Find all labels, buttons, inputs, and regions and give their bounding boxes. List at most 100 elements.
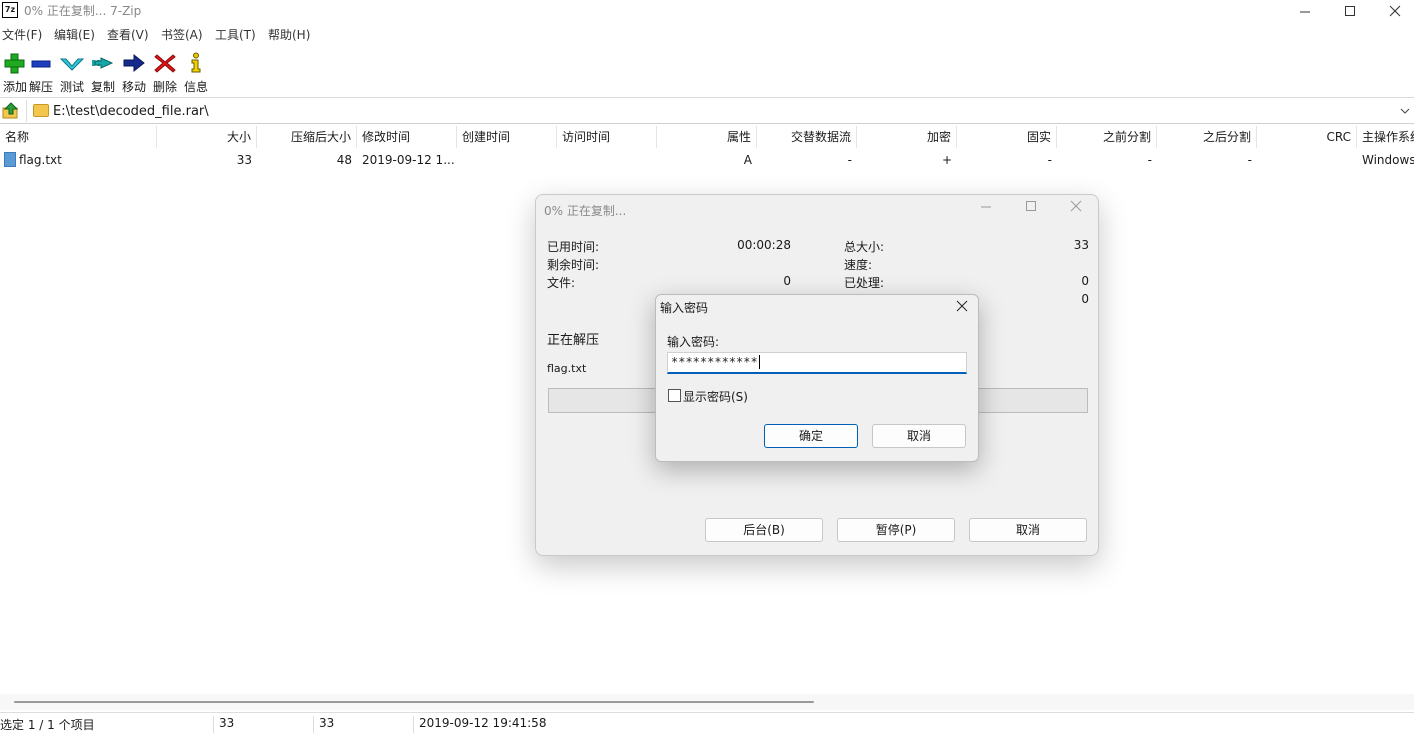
column-alt-streams[interactable]: 交替数据流	[757, 126, 857, 148]
test-label: 测试	[59, 80, 84, 94]
info-label: 信息	[183, 80, 208, 94]
progress-close-button[interactable]	[1056, 199, 1096, 219]
chevron-down-icon[interactable]	[1400, 103, 1410, 119]
path-text: E:\test\decoded_file.rar\	[53, 104, 209, 119]
horizontal-scrollbar[interactable]	[0, 694, 1414, 710]
file-name: flag.txt	[19, 153, 62, 167]
archive-folder-icon	[33, 104, 49, 117]
status-bar: 选定 1 / 1 个项目 33 33 2019-09-12 19:41:58	[0, 712, 1414, 733]
minimize-icon	[981, 206, 991, 208]
password-cancel-button[interactable]: 取消	[872, 424, 966, 448]
folder-up-icon[interactable]	[2, 102, 20, 120]
delete-label: 删除	[152, 80, 177, 94]
copy-arrow-icon	[92, 57, 114, 69]
text-cursor	[758, 355, 760, 369]
column-split-after[interactable]: 之后分割	[1157, 126, 1257, 148]
file-crc	[1257, 150, 1357, 170]
action-label: 正在解压	[547, 333, 600, 348]
menu-tools[interactable]: 工具(T)	[215, 26, 256, 43]
remaining-label: 剩余时间:	[547, 258, 600, 272]
files-value: 0	[783, 274, 791, 288]
file-encrypted: +	[941, 153, 952, 167]
file-solid: -	[1047, 153, 1052, 167]
progress-maximize-button[interactable]	[1011, 199, 1051, 219]
elapsed-value: 00:00:28	[737, 238, 791, 252]
app-icon: 7z	[2, 2, 18, 18]
password-dialog-close-button[interactable]	[950, 296, 974, 318]
copy-label: 复制	[90, 80, 115, 94]
move-button[interactable]: 移动	[119, 48, 149, 96]
ok-button[interactable]: 确定	[764, 424, 858, 448]
processed-value: 0	[1081, 274, 1089, 288]
column-host-os[interactable]: 主操作系统	[1357, 126, 1414, 148]
total-size-value: 33	[1073, 238, 1089, 252]
column-name[interactable]: 名称	[0, 126, 157, 148]
menu-help[interactable]: 帮助(H)	[268, 26, 310, 43]
progress-cancel-button[interactable]: 取消	[969, 518, 1087, 542]
menu-file[interactable]: 文件(F)	[2, 26, 42, 43]
status-selected: 选定 1 / 1 个项目	[0, 716, 214, 733]
title-bar: 7z 0% 正在复制... 7-Zip	[0, 0, 1414, 22]
close-button[interactable]	[1372, 0, 1414, 22]
column-headers: 名称 大小 压缩后大小 修改时间 创建时间 访问时间 属性 交替数据流 加密 固…	[0, 126, 1414, 148]
column-packed-size[interactable]: 压缩后大小	[257, 126, 357, 148]
column-crc[interactable]: CRC	[1257, 126, 1357, 148]
show-password-label[interactable]: 显示密码(S)	[683, 388, 748, 405]
maximize-icon	[1345, 6, 1355, 16]
password-dialog: 输入密码 输入密码: ************ 显示密码(S) 确定 取消	[655, 294, 979, 462]
toolbar: 添加 解压 测试 复制 移动 删除 信息	[0, 44, 1414, 98]
window-title: 0% 正在复制... 7-Zip	[24, 4, 142, 18]
column-solid[interactable]: 固实	[957, 126, 1057, 148]
minimize-button[interactable]	[1282, 0, 1328, 22]
test-button[interactable]: 测试	[57, 48, 87, 96]
column-modified[interactable]: 修改时间	[357, 126, 457, 148]
column-encrypted[interactable]: 加密	[857, 126, 957, 148]
menu-bar: 文件(F) 编辑(E) 查看(V) 书签(A) 工具(T) 帮助(H)	[0, 22, 1414, 44]
delete-button[interactable]: 删除	[150, 48, 180, 96]
elapsed-label: 已用时间:	[547, 240, 600, 254]
menu-edit[interactable]: 编辑(E)	[54, 26, 95, 43]
current-file: flag.txt	[547, 362, 587, 375]
password-input[interactable]: ************	[667, 352, 967, 374]
password-label: 输入密码:	[667, 335, 720, 349]
delete-x-icon	[154, 54, 176, 73]
show-password-checkbox[interactable]	[668, 389, 681, 402]
password-dialog-title: 输入密码	[660, 301, 709, 315]
column-size[interactable]: 大小	[157, 126, 257, 148]
column-split-before[interactable]: 之前分割	[1057, 126, 1157, 148]
speed-label: 速度:	[844, 258, 873, 272]
password-value: ************	[671, 355, 758, 369]
status-size: 33	[214, 716, 314, 733]
column-created[interactable]: 创建时间	[457, 126, 557, 148]
menu-bookmarks[interactable]: 书签(A)	[161, 26, 203, 43]
copy-button[interactable]: 复制	[88, 48, 118, 96]
file-attributes: A	[743, 153, 752, 167]
processed-label: 已处理:	[844, 276, 885, 290]
scrollbar-thumb[interactable]	[14, 701, 814, 703]
column-attributes[interactable]: 属性	[657, 126, 757, 148]
move-label: 移动	[121, 80, 146, 94]
close-icon	[1389, 5, 1401, 17]
column-accessed[interactable]: 访问时间	[557, 126, 657, 148]
extract-button[interactable]: 解压	[26, 48, 56, 96]
menu-view[interactable]: 查看(V)	[107, 26, 149, 43]
files-label: 文件:	[547, 276, 576, 290]
background-button[interactable]: 后台(B)	[705, 518, 823, 542]
file-modified: 2019-09-12 1...	[362, 153, 455, 167]
progress-minimize-button[interactable]	[966, 199, 1006, 219]
compressed-value: 0	[1081, 292, 1089, 306]
minimize-icon	[1300, 11, 1310, 13]
file-host-os: Windows	[1362, 153, 1414, 167]
path-field[interactable]: E:\test\decoded_file.rar\	[26, 100, 1414, 122]
file-size: 33	[236, 153, 252, 167]
minus-icon	[31, 60, 51, 68]
maximize-button[interactable]	[1327, 0, 1373, 22]
file-created	[457, 150, 557, 170]
pause-button[interactable]: 暂停(P)	[837, 518, 955, 542]
info-button[interactable]: 信息	[181, 48, 211, 96]
status-date: 2019-09-12 19:41:58	[419, 716, 547, 730]
plus-icon	[4, 53, 25, 74]
extract-label: 解压	[28, 80, 53, 94]
table-row[interactable]: flag.txt 33 48 2019-09-12 1... A - + - -…	[0, 150, 1414, 170]
close-icon	[956, 300, 968, 312]
